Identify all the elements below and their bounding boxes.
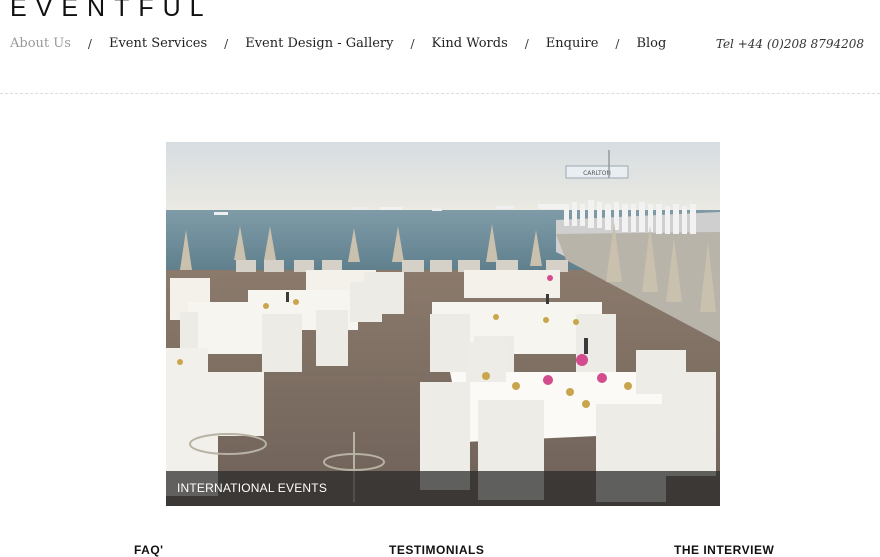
phone-number: Tel +44 (0)208 8794208 bbox=[715, 37, 864, 51]
nav-item-blog[interactable]: Blog bbox=[636, 36, 666, 51]
svg-text:CARLTON: CARLTON bbox=[583, 170, 611, 177]
nav-separator: / bbox=[87, 36, 92, 51]
footer-heading-testimonials[interactable]: TESTIMONIALS bbox=[389, 543, 484, 557]
nav-item-event-design-gallery[interactable]: Event Design - Gallery bbox=[245, 36, 393, 51]
nav-item-event-services[interactable]: Event Services bbox=[109, 36, 207, 51]
site-logo[interactable]: EVENTFUL bbox=[10, 0, 213, 23]
header-divider bbox=[0, 93, 880, 94]
nav-item-about-us[interactable]: About Us bbox=[10, 36, 71, 51]
footer-heading-faq[interactable]: FAQ' bbox=[134, 543, 164, 557]
nav-item-kind-words[interactable]: Kind Words bbox=[432, 36, 508, 51]
nav-item-enquire[interactable]: Enquire bbox=[546, 36, 599, 51]
nav-separator: / bbox=[410, 36, 415, 51]
nav-separator: / bbox=[615, 36, 620, 51]
nav-separator: / bbox=[524, 36, 529, 51]
event-photo: CARLTON bbox=[166, 142, 720, 506]
nav-separator: / bbox=[224, 36, 229, 51]
main-nav: About Us / Event Services / Event Design… bbox=[10, 36, 666, 51]
hero-image-slide[interactable]: CARLTON INTERNATIONAL EVENTS bbox=[166, 142, 720, 506]
hero-caption: INTERNATIONAL EVENTS bbox=[177, 481, 328, 495]
footer-heading-interview[interactable]: THE INTERVIEW bbox=[674, 543, 774, 557]
hero-caption-bar: INTERNATIONAL EVENTS bbox=[166, 471, 720, 506]
